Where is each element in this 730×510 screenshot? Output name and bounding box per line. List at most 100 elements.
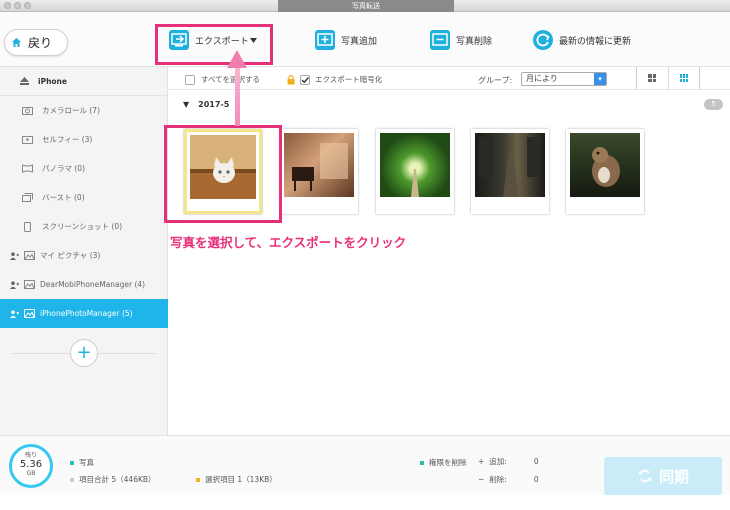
annotation-caption: 写真を選択して、エクスポートをクリック — [170, 235, 407, 250]
divider — [168, 89, 730, 90]
permission-delete-label: 権限を削除 — [429, 458, 467, 467]
camera-icon — [22, 107, 33, 115]
title-bar: 写真転送 — [0, 0, 730, 12]
permission-delete: 権限を削除 — [420, 457, 467, 468]
total-label: 項目合計 5（446KB） — [79, 475, 156, 484]
add-count-value: 0 — [533, 457, 539, 466]
home-icon — [12, 38, 21, 47]
toolbar: 戻り エクスポート 写真追加 写真削除 最新の情報に更新 — [0, 12, 730, 67]
user-icon — [10, 309, 19, 318]
count-badge: 5 — [704, 99, 723, 110]
storage-gauge: 残り 5.36 GB — [9, 444, 53, 488]
back-button[interactable]: 戻り — [4, 29, 68, 56]
minimize-window-button[interactable] — [14, 2, 21, 9]
tab-large-grid[interactable] — [637, 67, 668, 89]
close-window-button[interactable] — [4, 2, 11, 9]
user-icon — [10, 280, 19, 289]
storage-caption: 残り — [24, 452, 37, 459]
annotation-arrow-shaft — [235, 66, 240, 126]
sidebar-device[interactable]: iPhone — [0, 67, 168, 96]
sidebar-item-label: パノラマ (0) — [42, 164, 86, 173]
sidebar-item-label: バースト (0) — [42, 193, 85, 202]
chevron-down-icon: ▾ — [594, 73, 606, 85]
photo-night-street — [475, 133, 545, 197]
delete-photo-label: 写真削除 — [456, 36, 493, 47]
triangle-down-icon: ▼ — [183, 100, 190, 109]
photo-thumbnail[interactable] — [280, 129, 358, 214]
sidebar-item-screenshot[interactable]: スクリーンショット (0) — [0, 212, 168, 241]
photo-area: すべてを選択する エクスポート暗号化 グループ: 月により ▾ ▼ 2017-5… — [168, 67, 730, 435]
storage-unit: GB — [26, 470, 36, 477]
total-dot — [70, 477, 74, 482]
device-name: iPhone — [38, 76, 67, 86]
sidebar-item-label: マイ ピクチャ (3) — [40, 251, 101, 260]
sidebar-item-dearmob[interactable]: DearMobiPhoneManager (4) — [0, 270, 168, 299]
photo-piano-room — [284, 133, 354, 197]
sidebar-item-camera-roll[interactable]: カメラロール (7) — [0, 96, 168, 125]
tab-small-grid[interactable] — [667, 67, 700, 89]
album-icon — [24, 251, 35, 260]
sync-button[interactable]: 同期 — [604, 457, 722, 495]
user-icon — [10, 251, 19, 260]
zoom-window-button[interactable] — [24, 2, 31, 9]
large-grid-icon — [648, 74, 657, 82]
selected-dot — [196, 477, 200, 482]
panorama-icon — [22, 164, 33, 173]
export-encrypt-option[interactable]: エクスポート暗号化 — [287, 74, 382, 85]
album-icon — [24, 280, 35, 289]
delete-photo-button[interactable]: 写真削除 — [430, 30, 492, 50]
view-tabs — [636, 67, 700, 89]
back-label: 戻り — [28, 36, 53, 50]
photo-squirrel — [570, 133, 640, 197]
add-album-button[interactable]: + — [70, 339, 98, 367]
delete-count-value: 0 — [533, 475, 539, 484]
sync-icon — [637, 469, 652, 483]
sync-label: 同期 — [658, 467, 689, 486]
sidebar-item-label: iPhonePhotoManager (5) — [40, 309, 133, 318]
sidebar-item-selfie[interactable]: セルフィー (3) — [0, 125, 168, 154]
window-title: 写真転送 — [278, 0, 454, 12]
selected-items: 選択項目 1（13KB） — [196, 474, 277, 485]
sidebar-item-burst[interactable]: バースト (0) — [0, 183, 168, 212]
date-group-header[interactable]: ▼ 2017-5 — [183, 100, 229, 109]
add-photo-label: 写真追加 — [341, 36, 378, 47]
sidebar-item-label: DearMobiPhoneManager (4) — [40, 280, 146, 289]
add-label: 追加: — [489, 457, 507, 466]
select-all-checkbox[interactable]: すべてを選択する — [185, 74, 260, 85]
total-items: 項目合計 5（446KB） — [70, 474, 156, 485]
sidebar-item-label: スクリーンショット (0) — [42, 222, 123, 231]
photo-tree-road — [380, 133, 450, 197]
sidebar-item-panorama[interactable]: パノラマ (0) — [0, 154, 168, 183]
group-select[interactable]: 月により ▾ — [521, 72, 607, 86]
export-highlight-box — [155, 24, 273, 65]
checkbox-icon — [185, 74, 195, 85]
photo-thumbnail[interactable] — [376, 129, 454, 214]
eject-icon — [20, 77, 29, 85]
add-photo-button[interactable]: 写真追加 — [315, 30, 377, 50]
refresh-icon — [533, 30, 553, 50]
group-select-value: 月により — [526, 74, 558, 83]
burst-icon — [22, 193, 33, 202]
delete-photo-icon — [430, 30, 450, 50]
photo-thumbnail[interactable] — [471, 129, 549, 214]
status-bar: 残り 5.36 GB 写真 項目合計 5（446KB） 選択項目 1（13KB）… — [0, 435, 730, 495]
sidebar-item-iphonephotomanager[interactable]: iPhonePhotoManager (5) — [0, 299, 168, 328]
photos-legend: 写真 — [70, 457, 94, 468]
phone-icon — [24, 221, 31, 232]
annotation-arrow-icon — [227, 50, 247, 68]
selfie-icon — [22, 136, 33, 144]
plus-icon: + — [478, 457, 485, 466]
album-icon — [24, 309, 35, 318]
add-photo-icon — [315, 30, 335, 50]
lock-icon — [287, 74, 295, 84]
photos-dot — [70, 460, 74, 465]
refresh-button[interactable]: 最新の情報に更新 — [533, 30, 631, 50]
delete-label: 削除: — [489, 475, 507, 484]
small-grid-icon — [679, 74, 688, 82]
sidebar: iPhone カメラロール (7) セルフィー (3) パノラマ (0) バース… — [0, 67, 168, 435]
refresh-label: 最新の情報に更新 — [559, 36, 632, 47]
storage-value: 5.36 — [19, 459, 43, 470]
photo-thumbnail[interactable] — [566, 129, 644, 214]
selected-label: 選択項目 1（13KB） — [205, 475, 277, 484]
sidebar-item-my-pictures[interactable]: マイ ピクチャ (3) — [0, 241, 168, 270]
